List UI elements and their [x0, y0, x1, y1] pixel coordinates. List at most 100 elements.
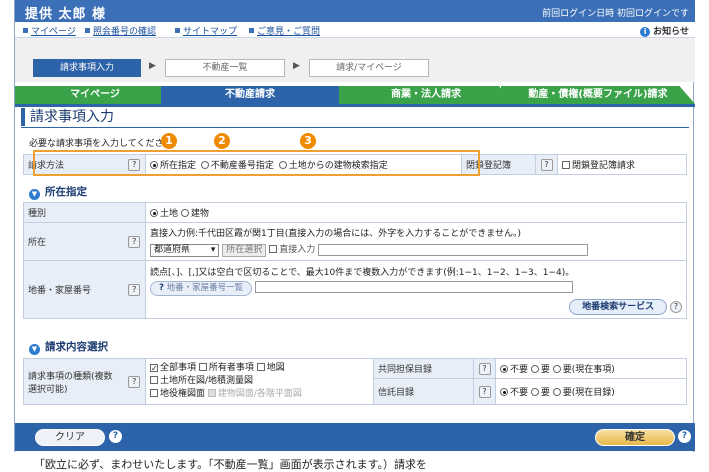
chiban-hint: 読点[、]、[,]又は空白で区切ることで、最大10件まで複数入力ができます(例:… — [150, 267, 575, 278]
step-request: 請求/マイページ — [309, 59, 429, 77]
top-links: マイページ 照会番号の確認 サイトマップ ご意見・ご質問 i お知らせ — [15, 22, 695, 38]
step-arrow-icon: ▶ — [149, 61, 156, 71]
section-location-heading: ▼ 所在指定 — [29, 184, 87, 200]
tab-mypage[interactable]: マイページ — [15, 86, 175, 104]
joint-label: 共同担保目録 — [373, 358, 474, 379]
trust-required[interactable]: 要 — [530, 388, 550, 398]
joint-options: 不要 要 要(現在事項) — [495, 358, 687, 379]
radio-selected-icon — [500, 365, 508, 373]
joint-required[interactable]: 要 — [530, 365, 550, 375]
chiban-cell: 読点[、]、[,]又は空白で区切ることで、最大10件まで複数入力ができます(例:… — [145, 260, 687, 319]
link-reference-number[interactable]: 照会番号の確認 — [85, 24, 156, 37]
chiban-label: 地番・家屋番号 — [23, 260, 124, 319]
trust-current[interactable]: 要(現在目録) — [552, 388, 615, 398]
header-bar: 提供 太郎 様 前回ログイン日時 初回ログインです — [15, 0, 695, 22]
square-bullet-icon — [85, 28, 90, 33]
square-bullet-icon — [249, 28, 254, 33]
login-info: 前回ログイン日時 初回ログインです — [542, 9, 689, 19]
trust-options: 不要 要 要(現在目録) — [495, 378, 687, 405]
page-title: 請求事項入力 — [21, 108, 114, 126]
check-all-items[interactable]: ✓ 全部事項 — [150, 363, 196, 373]
chiban-input[interactable] — [255, 281, 574, 293]
check-land-plan[interactable]: 土地所在図/地積測量図 — [150, 376, 253, 386]
radio-building[interactable]: 建物 — [180, 209, 209, 219]
check-owner-items[interactable]: 所有者事項 — [198, 363, 254, 373]
help-icon[interactable]: ? — [128, 283, 141, 296]
check-easement-map[interactable]: 地役権図面 — [150, 389, 205, 399]
direct-input-field[interactable] — [318, 243, 589, 256]
location-hint: 直接入力例:千代田区霞が関1丁目(直接入力の場合には、外字を入力することができま… — [150, 229, 522, 239]
location-table: 種別 土地 建物 所在 ? 直接入力例:千代田区霞が関1丁目(直接入力の場合には… — [23, 202, 687, 319]
tab-underline — [15, 104, 695, 107]
step-property-list: 不動産一覧 — [165, 59, 285, 77]
closed-check[interactable]: 閉鎖登記簿請求 — [557, 154, 687, 175]
chevron-down-icon: ▼ — [29, 189, 40, 200]
help-icon[interactable]: ? — [478, 362, 491, 375]
instruction-text: 必要な請求事項を入力してください。 — [29, 139, 182, 149]
tab-movable[interactable]: 動産・債権(概要ファイル)請求 — [501, 86, 695, 104]
section-request-heading: ▼ 請求内容選択 — [29, 339, 108, 355]
link-mypage[interactable]: マイページ — [23, 24, 76, 37]
joint-current[interactable]: 要(現在事項) — [552, 365, 615, 375]
step-arrow-icon: ▶ — [293, 61, 300, 71]
location-select-button[interactable]: 所在選択 — [222, 244, 267, 257]
page-frame: 提供 太郎 様 前回ログイン日時 初回ログインです マイページ 照会番号の確認 … — [14, 0, 695, 452]
prefecture-select[interactable]: 都道府県 ▾ — [150, 244, 220, 257]
action-bar: クリア ? 確定 ? — [15, 423, 695, 451]
kind-label: 種別 — [23, 202, 146, 223]
marker-2: 2 — [214, 133, 230, 149]
help-icon[interactable]: ? — [540, 158, 553, 171]
joint-none[interactable]: 不要 — [500, 365, 528, 375]
kind-options: 土地 建物 — [145, 202, 687, 223]
marker-3: 3 — [300, 133, 316, 149]
trust-label: 信託目録 — [373, 378, 474, 405]
check-map[interactable]: 地図 — [256, 363, 285, 373]
location-label: 所在 — [23, 222, 124, 261]
tab-real-estate[interactable]: 不動産請求 — [161, 86, 339, 104]
radio-land[interactable]: 土地 — [150, 209, 178, 219]
tab-commercial[interactable]: 商業・法人請求 — [339, 86, 513, 104]
help-icon[interactable]: ? — [109, 430, 122, 443]
caption-text: 「欧立に必ず、まわせいたします。「不動産一覧」画面が表示されます。）請求を — [34, 458, 428, 471]
location-cell: 直接入力例:千代田区霞が関1丁目(直接入力の場合には、外字を入力することができま… — [145, 222, 687, 261]
user-name: 提供 太郎 様 — [25, 7, 107, 22]
direct-input-check[interactable]: 直接入力 — [269, 245, 315, 255]
trust-none[interactable]: 不要 — [500, 388, 528, 398]
help-icon[interactable]: ? — [128, 375, 141, 388]
help-icon[interactable]: ? — [128, 235, 141, 248]
radio-icon — [552, 365, 561, 373]
items-options: ✓ 全部事項 所有者事項 地図 土地所在図/地積測量図 地役権図面 建物図面/各階… — [145, 358, 374, 405]
checkbox-icon — [562, 161, 570, 169]
info-icon: i — [640, 27, 651, 37]
step-input: 請求事項入力 — [33, 59, 141, 77]
checkbox-icon — [150, 376, 158, 384]
chiban-search-button[interactable]: 地番検索サービス — [569, 298, 668, 315]
checkbox-icon — [198, 363, 207, 371]
checkbox-icon — [150, 389, 158, 397]
clear-button[interactable]: クリア — [35, 429, 105, 446]
progress-steps: 請求事項入力 ▶ 不動産一覧 ▶ 請求/マイページ — [15, 38, 695, 82]
check-building-plan: 建物図面/各階平面図 — [207, 389, 302, 399]
square-bullet-icon — [175, 28, 180, 33]
title-divider — [21, 127, 689, 128]
radio-icon — [180, 209, 189, 217]
main-tabs: マイページ 不動産請求 商業・法人請求 動産・債権(概要ファイル)請求 — [15, 86, 695, 104]
link-sitemap[interactable]: サイトマップ — [175, 24, 237, 37]
request-table: 請求事項の種類(複数選択可能) ? ✓ 全部事項 所有者事項 地図 土地所在図/地… — [23, 358, 687, 405]
radio-icon — [552, 388, 561, 396]
radio-selected-icon — [150, 209, 158, 217]
confirm-button[interactable]: 確定 — [595, 429, 675, 446]
notice-link[interactable]: i お知らせ — [640, 24, 689, 37]
help-icon: ? — [159, 282, 164, 293]
checkbox-disabled-icon — [207, 389, 216, 397]
help-icon[interactable]: ? — [478, 385, 491, 398]
square-bullet-icon — [23, 28, 28, 33]
help-icon[interactable]: ? — [670, 300, 682, 313]
link-feedback[interactable]: ご意見・ご質問 — [249, 24, 320, 37]
checkbox-icon — [269, 245, 278, 253]
chevron-down-icon: ▼ — [29, 344, 40, 355]
radio-icon — [530, 388, 539, 396]
help-icon[interactable]: ? — [678, 430, 691, 443]
chiban-list-button[interactable]: ? 地番・家屋番号一覧 — [150, 280, 253, 296]
radio-icon — [530, 365, 539, 373]
